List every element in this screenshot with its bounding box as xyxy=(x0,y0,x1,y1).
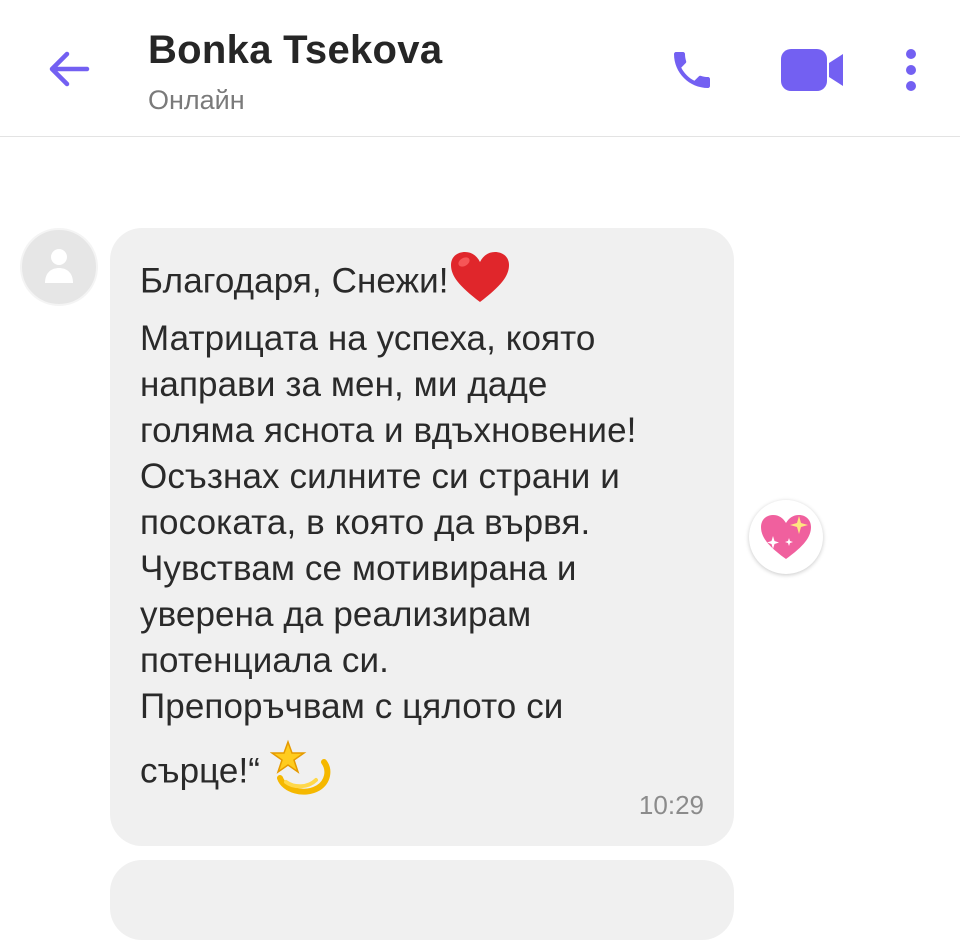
message-line: уверена да реализирам xyxy=(140,595,532,634)
message-line: Осъзнах силните си страни и xyxy=(140,457,620,496)
message-line: посоката, в която да вървя. xyxy=(140,503,591,542)
message-line: Препоръчвам с цялото си xyxy=(140,687,564,726)
message-reaction[interactable] xyxy=(749,500,823,574)
call-button[interactable] xyxy=(664,42,720,98)
phone-icon xyxy=(674,52,710,88)
message-line: голяма яснота и вдъхновение! xyxy=(140,411,637,450)
contact-status: Онлайн xyxy=(148,85,245,115)
arrow-left-icon xyxy=(49,51,90,87)
back-button[interactable] xyxy=(40,40,98,98)
message-line: Чувствам се мотивирана и xyxy=(140,549,577,588)
sender-avatar[interactable] xyxy=(20,228,98,306)
red-heart-icon xyxy=(449,250,511,316)
next-message-bubble[interactable] xyxy=(110,860,734,940)
default-avatar-icon xyxy=(45,249,73,283)
message-bubble[interactable]: Благодаря, Снежи! Матрицата на успеха, к… xyxy=(110,228,734,846)
message-line: направи за мен, ми даде xyxy=(140,365,548,404)
video-camera-icon xyxy=(781,49,843,91)
sparkling-heart-icon xyxy=(761,515,811,559)
message-line: потенциала си. xyxy=(140,641,389,680)
dizzy-star-icon xyxy=(269,738,332,808)
more-options-button[interactable] xyxy=(890,42,932,98)
message-time: 10:29 xyxy=(638,790,704,820)
contact-name[interactable]: Bonka Tsekova xyxy=(148,28,442,73)
video-call-button[interactable] xyxy=(776,42,848,98)
more-vertical-icon xyxy=(906,49,916,91)
message-line: Благодаря, Снежи! xyxy=(140,250,730,316)
chat-header: Bonka Tsekova Онлайн xyxy=(0,0,960,137)
message-line: Матрицата на успеха, която xyxy=(140,319,596,358)
message-text: Благодаря, Снежи! Матрицата на успеха, к… xyxy=(140,250,730,808)
